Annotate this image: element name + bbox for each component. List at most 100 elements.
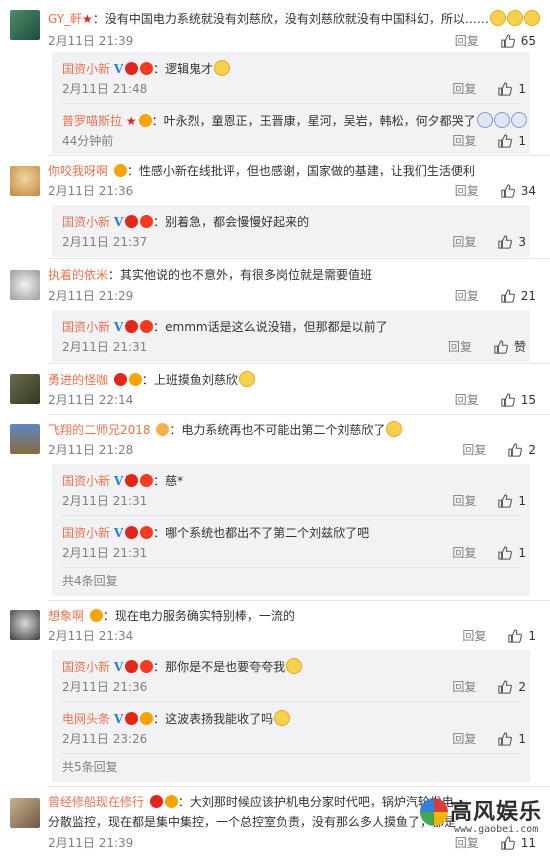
- more-replies-link[interactable]: 共5条回复: [62, 758, 118, 776]
- username[interactable]: 国资小新: [62, 660, 110, 674]
- username[interactable]: 飞翔的二师兄2018: [48, 423, 151, 437]
- like-button[interactable]: 赞: [494, 338, 526, 356]
- avatar[interactable]: [10, 798, 40, 828]
- username[interactable]: 你咬我呀啊: [48, 164, 108, 178]
- row-divider: [48, 414, 550, 415]
- username[interactable]: GY_軒: [48, 12, 82, 26]
- thumbs-up-icon: [501, 393, 515, 407]
- reply-text: 国资小新 V ：emmm话是这么说没错，但那都是以前了: [62, 320, 388, 334]
- like-button[interactable]: 2: [498, 678, 526, 696]
- medal-badge-icon: [138, 114, 152, 127]
- thumbs-up-icon: [498, 82, 513, 96]
- reply-button[interactable]: 回复: [452, 544, 476, 562]
- timestamp: 2月11日 21:28: [48, 443, 134, 457]
- cat-emoji-icon: [238, 371, 255, 387]
- reply-text: 国资小新 V ：逻辑鬼才: [62, 60, 530, 78]
- like-button[interactable]: 34: [501, 182, 536, 200]
- timestamp: 2月11日 21:48: [62, 82, 148, 96]
- reply-button[interactable]: 回复: [452, 233, 476, 251]
- reply-item: 国资小新 V ：哪个系统也都出不了第二个刘兹欣了吧 2月11日 21:31 回复 1: [52, 516, 530, 568]
- reply-item: 国资小新 V ：逻辑鬼才 2月11日 21:48 回复 1: [52, 52, 530, 104]
- username[interactable]: 国资小新: [62, 526, 110, 540]
- username[interactable]: 执着的依米: [48, 268, 108, 282]
- username[interactable]: 国资小新: [62, 320, 110, 334]
- medal-badge-icon: [140, 660, 154, 673]
- thumbs-up-icon: [501, 34, 515, 48]
- username[interactable]: 国资小新: [62, 215, 110, 229]
- reply-button[interactable]: 回复: [452, 730, 476, 748]
- avatar[interactable]: [10, 166, 40, 196]
- comment-4: 勇进的怪咖 ：上班摸鱼刘慈欣 2月11日 22:14 回复 15: [10, 370, 540, 412]
- like-button[interactable]: 1: [498, 730, 526, 748]
- reply-button[interactable]: 回复: [455, 287, 479, 305]
- timestamp: 44分钟前: [62, 134, 114, 148]
- vip-badge-icon: [125, 215, 139, 228]
- like-button[interactable]: 15: [501, 391, 536, 409]
- like-button[interactable]: 65: [501, 32, 536, 50]
- cat-emoji-icon: [523, 10, 540, 26]
- like-button[interactable]: 1: [498, 80, 526, 98]
- vip-badge-icon: [149, 795, 163, 808]
- avatar[interactable]: [10, 610, 40, 640]
- reply-button[interactable]: 回复: [452, 492, 476, 510]
- comment-meta: 2月11日 21:39 回复 65: [48, 32, 540, 50]
- reply-button[interactable]: 回复: [462, 441, 486, 459]
- like-button[interactable]: 1: [498, 544, 526, 562]
- like-button[interactable]: 2: [508, 441, 536, 459]
- thumbs-up-icon: [501, 184, 515, 198]
- avatar[interactable]: [10, 10, 40, 40]
- username[interactable]: 普罗喵斯拉: [62, 114, 122, 128]
- avatar[interactable]: [10, 374, 40, 404]
- username[interactable]: 国资小新: [62, 62, 110, 76]
- reply-button[interactable]: 回复: [448, 338, 472, 356]
- like-count: 3: [518, 235, 526, 249]
- like-button[interactable]: 3: [498, 233, 526, 251]
- reply-item: 电网头条 V ：这波表扬我能收了吗 2月11日 23:26 回复 1: [52, 702, 530, 754]
- timestamp: 2月11日 21:29: [48, 289, 134, 303]
- cat-emoji-icon: [489, 10, 506, 26]
- like-button[interactable]: 1: [508, 627, 536, 645]
- reply-button[interactable]: 回复: [452, 132, 476, 150]
- avatar[interactable]: [10, 270, 40, 300]
- vip-badge-icon: [125, 62, 139, 75]
- reply-button[interactable]: 回复: [462, 627, 486, 645]
- timestamp: 2月11日 21:31: [62, 494, 148, 508]
- medal-badge-icon: [140, 712, 154, 725]
- username[interactable]: 电网头条: [62, 712, 110, 726]
- like-button[interactable]: 1: [498, 132, 526, 150]
- username[interactable]: 国资小新: [62, 474, 110, 488]
- avatar[interactable]: [10, 424, 40, 454]
- verified-icon: V: [113, 215, 124, 229]
- reply-button[interactable]: 回复: [452, 80, 476, 98]
- verified-icon: V: [113, 712, 124, 726]
- watermark: 高风娱乐 www.gaobei.com: [420, 792, 541, 844]
- username[interactable]: 想象啊: [48, 609, 84, 623]
- reply-item: 普罗喵斯拉 ★ ：叶永烈，童恩正，王晋康，星河，吴岩，韩松，何夕都哭了 44分钟前…: [52, 104, 530, 156]
- username[interactable]: 曾经修船现在修行: [48, 795, 144, 809]
- vip-badge-icon: [125, 320, 139, 333]
- reply-list: 国资小新 V ：慈* 2月11日 21:31 回复 1 国资小新 V ：哪个系统也都出不…: [52, 464, 530, 596]
- timestamp: 2月11日 21:31: [62, 546, 148, 560]
- reply-button[interactable]: 回复: [452, 678, 476, 696]
- reply-text: 电网头条 V ：这波表扬我能收了吗: [62, 710, 530, 728]
- more-replies-link[interactable]: 共4条回复: [62, 572, 118, 590]
- comment-6: 想象啊 ：现在电力服务确实特别棒，一流的 2月11日 21:34 回复 1: [10, 606, 540, 648]
- reply-list: 国资小新 V ：那你是不是也要夸夸我 2月11日 21:36 回复 2 电网头条 V：…: [52, 650, 530, 782]
- row-divider: [48, 258, 550, 259]
- reply-button[interactable]: 回复: [455, 32, 479, 50]
- like-count: 21: [520, 289, 536, 303]
- timestamp: 2月11日 22:14: [48, 393, 134, 407]
- username[interactable]: 勇进的怪咖: [48, 373, 108, 387]
- thumbs-up-icon: [494, 340, 508, 354]
- reply-button[interactable]: 回复: [455, 391, 479, 409]
- medal-badge-icon: [140, 474, 154, 487]
- verified-icon: V: [113, 660, 124, 674]
- like-button[interactable]: 1: [498, 492, 526, 510]
- reply-list: 国资小新 V ：逻辑鬼才 2月11日 21:48 回复 1 普罗喵斯拉 ★ ：叶永烈，童…: [52, 52, 530, 154]
- reply-text: 国资小新 V ：慈*: [62, 474, 184, 488]
- vip-badge-icon: [125, 660, 139, 673]
- like-button[interactable]: 21: [501, 287, 536, 305]
- medal-badge-icon: [140, 215, 154, 228]
- comment-text: 想象啊 ：现在电力服务确实特别棒，一流的: [48, 609, 295, 623]
- reply-button[interactable]: 回复: [455, 182, 479, 200]
